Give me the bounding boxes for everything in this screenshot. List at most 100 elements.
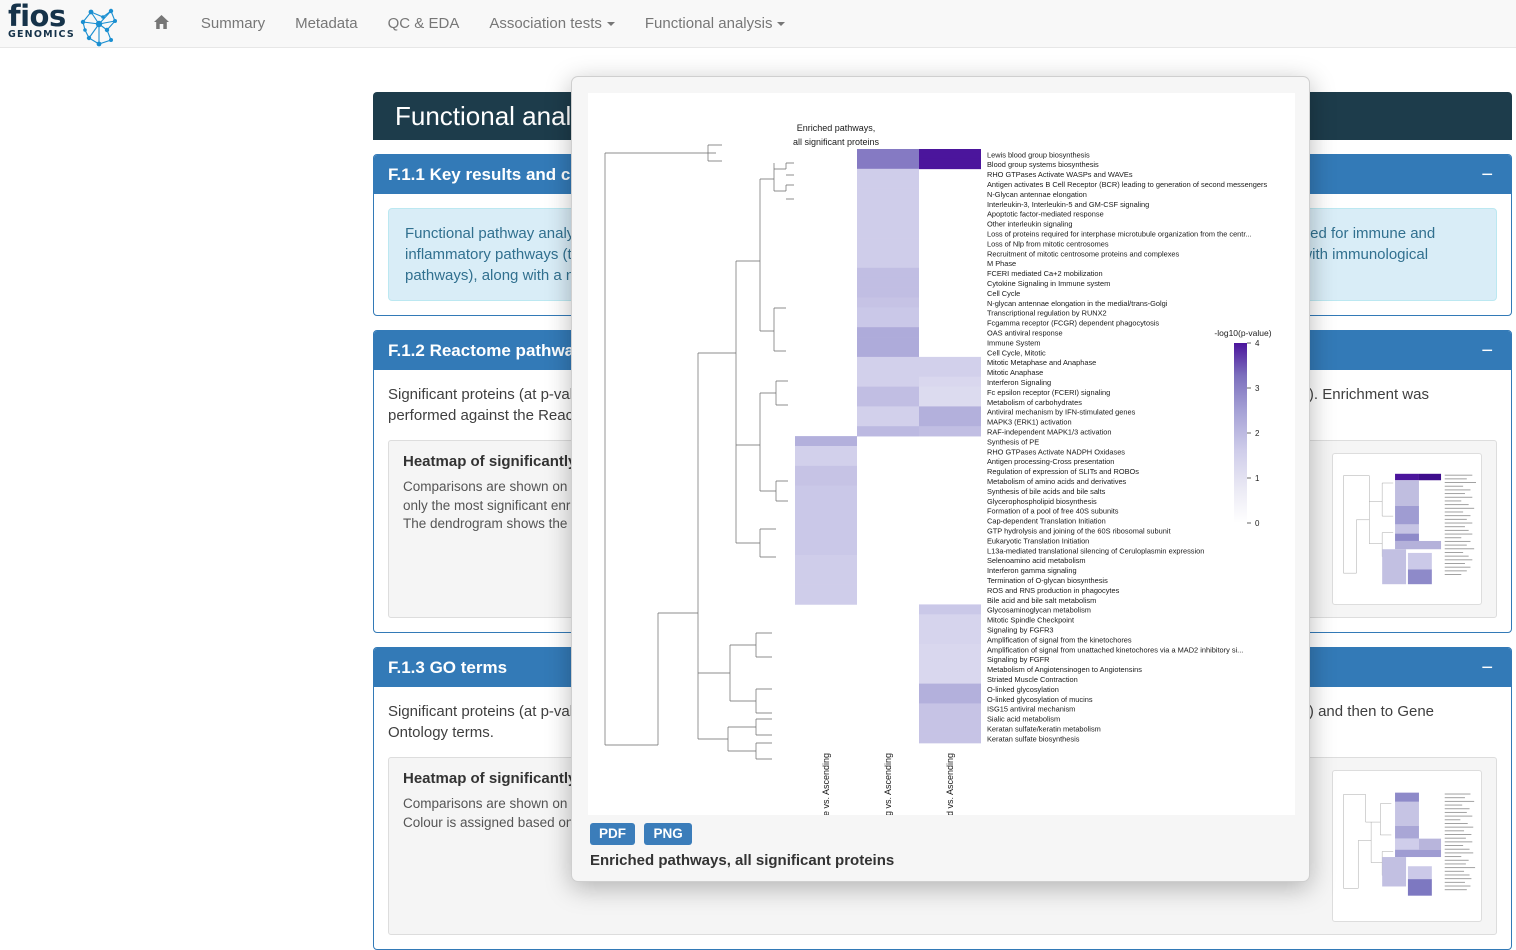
heatmap-row-label: Transcriptional regulation by RUNX2 bbox=[987, 309, 1107, 318]
heatmap-row-label: Mitotic Anaphase bbox=[987, 368, 1043, 377]
download-png-button[interactable]: PNG bbox=[644, 823, 692, 845]
heatmap-row-label: Synthesis of bile acids and bile salts bbox=[987, 487, 1106, 496]
heatmap-cell bbox=[919, 149, 981, 160]
heatmap-cell bbox=[919, 356, 981, 368]
heatmap-row-label: Sialic acid metabolism bbox=[987, 715, 1060, 724]
heatmap-cell bbox=[919, 416, 981, 427]
collapse-minus-icon[interactable]: − bbox=[1477, 658, 1497, 678]
enriched-pathways-heatmap: Enriched pathways, all significant prote… bbox=[604, 123, 1272, 833]
heatmap-row-label: N-Glycan antennae elongation bbox=[987, 190, 1087, 199]
heatmap-cell bbox=[919, 614, 981, 625]
heatmap-row-label: Cell Cycle, Mitotic bbox=[987, 348, 1046, 357]
heatmap-row-label: Recruitment of mitotic centrosome protei… bbox=[987, 249, 1180, 258]
heatmap-row-label: RAF-independent MAPK1/3 activation bbox=[987, 428, 1111, 437]
heatmap-cell bbox=[857, 297, 919, 308]
heatmap-row-label: Metabolism of carbohydrates bbox=[987, 398, 1082, 407]
chevron-down-icon bbox=[606, 21, 615, 26]
heatmap-cell bbox=[795, 525, 857, 536]
nav-item-qc-eda[interactable]: QC & EDA bbox=[373, 0, 475, 48]
heatmap-cell bbox=[795, 574, 857, 585]
nav-label: Association tests bbox=[489, 14, 602, 32]
heatmap-row-label: Mitotic Spindle Checkpoint bbox=[987, 616, 1074, 625]
heatmap-row-label: Other interleukin signaling bbox=[987, 220, 1072, 229]
heatmap-cell bbox=[857, 386, 919, 397]
heatmap-cell bbox=[857, 218, 919, 229]
panel-f12-title: F.1.2 Reactome pathways bbox=[388, 341, 594, 360]
heatmap-row-label: Cell Cycle bbox=[987, 289, 1020, 298]
heatmap-cell bbox=[795, 554, 857, 566]
nav-item-association-tests[interactable]: Association tests bbox=[474, 0, 630, 48]
heatmap-row-label: Interferon gamma signaling bbox=[987, 566, 1077, 575]
heatmap-cell bbox=[795, 584, 857, 595]
heatmap-row-label: Metabolism of amino acids and derivative… bbox=[987, 477, 1127, 486]
heatmap-row-label: Selenoamino acid metabolism bbox=[987, 556, 1086, 565]
heatmap-cell bbox=[857, 277, 919, 288]
heatmap-row-label: Loss of proteins required for interphase… bbox=[987, 230, 1252, 239]
chevron-down-icon bbox=[777, 21, 786, 26]
heatmap-cell bbox=[795, 485, 857, 496]
nav-items: Summary Metadata QC & EDA Association te… bbox=[137, 0, 801, 48]
heatmap-row-label: Apoptotic factor-mediated response bbox=[987, 210, 1104, 219]
heatmap-row-label: RHO GTPases Activate NADPH Oxidases bbox=[987, 447, 1125, 456]
heatmap-row-label: Keratan sulfate/keratin metabolism bbox=[987, 725, 1101, 734]
panel-f13-title: F.1.3 GO terms bbox=[388, 658, 508, 677]
nav-item-functional-analysis[interactable]: Functional analysis bbox=[630, 0, 801, 48]
panel-f13-thumbnail[interactable] bbox=[1332, 770, 1482, 922]
plot-title-line2: all significant proteins bbox=[793, 137, 880, 147]
go-heatmap-thumbnail-icon bbox=[1338, 781, 1476, 911]
heatmap-cell bbox=[857, 149, 919, 160]
heatmap-row-label: GTP hydrolysis and joining of the 60S ri… bbox=[987, 527, 1171, 536]
heatmap-cell bbox=[857, 347, 919, 358]
heatmap-row-label: L13a-mediated translational silencing of… bbox=[987, 546, 1204, 555]
heatmap-row-label: Lewis blood group biosynthesis bbox=[987, 150, 1090, 159]
heatmap-row-label: Interleukin-3, Interleukin-5 and GM-CSF … bbox=[987, 200, 1149, 209]
heatmap-row-label: M Phase bbox=[987, 259, 1016, 268]
heatmap-row-label: Antigen activates B Cell Receptor (BCR) … bbox=[987, 180, 1267, 189]
colorbar-legend: -log10(p-value) 0 1 2 3 4 bbox=[1214, 328, 1271, 528]
nav-label: Metadata bbox=[295, 14, 358, 32]
top-navbar: fios GENOMICS Summary Metadata QC & EDA … bbox=[0, 0, 1516, 48]
heatmap-cell bbox=[795, 475, 857, 486]
nav-item-metadata[interactable]: Metadata bbox=[280, 0, 373, 48]
nav-item-summary[interactable]: Summary bbox=[186, 0, 280, 48]
plot-modal[interactable]: Enriched pathways, all significant prote… bbox=[571, 76, 1310, 882]
heatmap-cell bbox=[857, 158, 919, 170]
heatmap-row-label: Cap-dependent Translation Initiation bbox=[987, 517, 1106, 526]
heatmap-row-label: Regulation of expression of SLITs and RO… bbox=[987, 467, 1139, 476]
heatmap-cell bbox=[919, 386, 981, 397]
heatmap-row-label: Amplification of signal from unattached … bbox=[987, 645, 1243, 654]
modal-footer: PDF PNG Enriched pathways, all significa… bbox=[588, 815, 1295, 881]
heatmap-row-label: Striated Muscle Contraction bbox=[987, 675, 1078, 684]
heatmap-cell bbox=[857, 426, 919, 437]
heatmap-row-label: O-linked glycosylation of mucins bbox=[987, 695, 1093, 704]
nav-label: Functional analysis bbox=[644, 14, 773, 32]
heatmap-row-label: Antiviral mechanism by IFN-stimulated ge… bbox=[987, 408, 1136, 417]
heatmap-cell bbox=[919, 396, 981, 407]
heatmap-cell bbox=[795, 505, 857, 516]
heatmap-row-label: Fcgamma receptor (FCGR) dependent phagoc… bbox=[987, 319, 1159, 328]
download-pdf-button[interactable]: PDF bbox=[590, 823, 635, 845]
row-dendrogram bbox=[604, 144, 794, 760]
heatmap-row-label: Amplification of signal from the kinetoc… bbox=[987, 635, 1132, 644]
nav-label: QC & EDA bbox=[387, 14, 460, 32]
plot-title-line1: Enriched pathways, bbox=[797, 123, 876, 133]
heatmap-cell bbox=[857, 257, 919, 269]
heatmap-cell bbox=[919, 604, 981, 615]
heatmap-row-label: Glycosaminoglycan metabolism bbox=[987, 606, 1091, 615]
colorbar-tick-label: 1 bbox=[1255, 474, 1260, 483]
heatmap-cell bbox=[919, 673, 981, 684]
heatmap-row-label: Bile acid and bile salt metabolism bbox=[987, 596, 1096, 605]
collapse-minus-icon[interactable]: − bbox=[1477, 341, 1497, 361]
heatmap-cell bbox=[919, 634, 981, 645]
nav-home-button[interactable] bbox=[137, 0, 186, 48]
heatmap-cell bbox=[857, 168, 919, 180]
heatmap-row-label: Formation of a pool of free 40S subunits bbox=[987, 507, 1119, 516]
heatmap-cell bbox=[857, 366, 919, 378]
heatmap-cell bbox=[857, 416, 919, 427]
colorbar-tick-label: 2 bbox=[1255, 429, 1260, 438]
collapse-minus-icon[interactable]: − bbox=[1477, 165, 1497, 185]
panel-f12-thumbnail[interactable] bbox=[1332, 453, 1482, 605]
heatmap-cell bbox=[857, 198, 919, 209]
heatmap-cell bbox=[919, 723, 981, 734]
brand-logo[interactable]: fios GENOMICS bbox=[8, 0, 119, 48]
